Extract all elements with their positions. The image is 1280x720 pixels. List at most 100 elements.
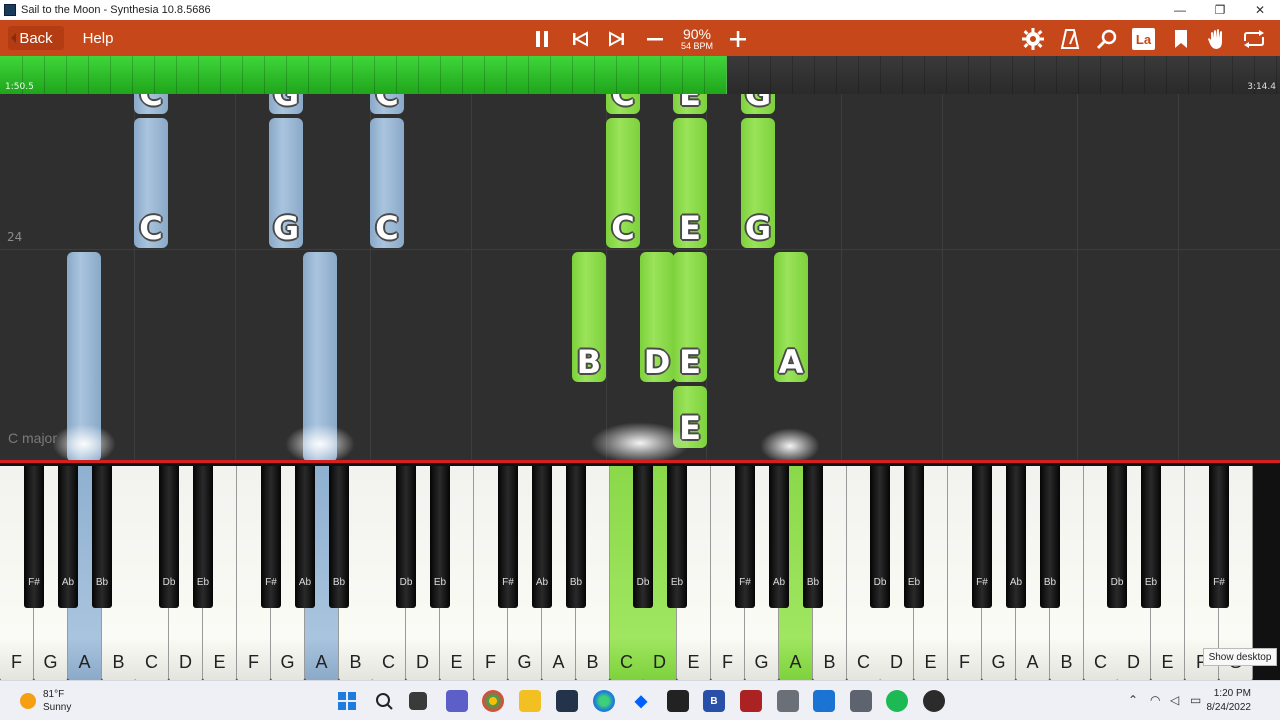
- progress-tick: [44, 56, 45, 94]
- white-key-label: A: [552, 652, 565, 672]
- progress-tick: [1078, 56, 1079, 94]
- progress-tick: [1232, 56, 1233, 94]
- black-key[interactable]: Ab: [769, 466, 789, 608]
- black-key[interactable]: Db: [633, 466, 653, 608]
- calculator-icon[interactable]: [777, 690, 799, 712]
- white-key-label: B: [349, 652, 362, 672]
- black-key[interactable]: Db: [159, 466, 179, 608]
- pause-icon[interactable]: [531, 28, 553, 50]
- file-explorer-icon[interactable]: [519, 690, 541, 712]
- black-key[interactable]: F#: [24, 466, 44, 608]
- black-key[interactable]: F#: [972, 466, 992, 608]
- black-key[interactable]: F#: [498, 466, 518, 608]
- black-key[interactable]: F#: [261, 466, 281, 608]
- white-key-label: A: [789, 652, 802, 672]
- minus-icon[interactable]: [644, 28, 666, 50]
- black-key[interactable]: Db: [396, 466, 416, 608]
- help-button[interactable]: Help: [78, 26, 118, 50]
- plus-icon[interactable]: [727, 28, 749, 50]
- black-key-label: Db: [399, 577, 413, 588]
- mail-icon[interactable]: [813, 690, 835, 712]
- black-key-label: Bb: [1043, 577, 1057, 588]
- black-key[interactable]: Ab: [58, 466, 78, 608]
- close-button[interactable]: ✕: [1240, 0, 1280, 20]
- progress-tick: [858, 56, 859, 94]
- black-key[interactable]: F#: [735, 466, 755, 608]
- black-key[interactable]: Eb: [193, 466, 213, 608]
- label-icon[interactable]: La: [1132, 28, 1155, 50]
- falling-note: G: [269, 118, 303, 248]
- black-key[interactable]: Bb: [1040, 466, 1060, 608]
- clock-time[interactable]: 1:20 PM: [1214, 688, 1251, 699]
- black-key[interactable]: Bb: [803, 466, 823, 608]
- chrome-icon[interactable]: [482, 690, 504, 712]
- next-icon[interactable]: [606, 28, 628, 50]
- piano-keyboard[interactable]: FGABCDEFGABCDEFGABCDEFGABCDEFGABCDEFGF#A…: [0, 460, 1280, 681]
- progress-tick: [1144, 56, 1145, 94]
- tempo-bpm: 54 BPM: [680, 41, 713, 51]
- previous-icon[interactable]: [569, 28, 591, 50]
- black-key[interactable]: Eb: [1141, 466, 1161, 608]
- metronome-icon[interactable]: [1059, 28, 1081, 50]
- dropbox-icon[interactable]: ◆: [630, 690, 652, 712]
- b-app-icon[interactable]: B: [703, 690, 725, 712]
- white-key-label: A: [315, 652, 328, 672]
- falling-note: C: [370, 94, 404, 114]
- black-key[interactable]: F#: [1209, 466, 1229, 608]
- black-key[interactable]: Bb: [329, 466, 349, 608]
- white-key-label: D: [890, 652, 903, 672]
- gear-icon[interactable]: [1022, 28, 1044, 50]
- progress-tick: [704, 56, 705, 94]
- black-key[interactable]: Bb: [92, 466, 112, 608]
- white-key-label: E: [924, 652, 937, 672]
- battery-icon[interactable]: ▭: [1190, 693, 1201, 707]
- black-key-label: Eb: [196, 577, 210, 588]
- falling-notes-area: 24 C major C G C C E G C G C C E G B D E…: [0, 94, 1280, 460]
- black-key[interactable]: Eb: [430, 466, 450, 608]
- black-key[interactable]: Db: [870, 466, 890, 608]
- back-button[interactable]: Back: [8, 26, 64, 50]
- white-key-label: B: [823, 652, 836, 672]
- falling-note: G: [741, 118, 775, 248]
- magnifier-icon[interactable]: [1096, 28, 1118, 50]
- hand-icon[interactable]: [1206, 28, 1228, 50]
- edge-icon[interactable]: [593, 690, 615, 712]
- clock-date[interactable]: 8/24/2022: [1207, 702, 1252, 713]
- minimize-button[interactable]: —: [1160, 0, 1200, 20]
- spotify-icon[interactable]: [886, 690, 908, 712]
- bookmark-icon[interactable]: [1170, 28, 1192, 50]
- progress-tick: [264, 56, 265, 94]
- obs-icon[interactable]: [923, 690, 945, 712]
- synthesia-icon[interactable]: [556, 690, 578, 712]
- restore-button[interactable]: ❐: [1200, 0, 1240, 20]
- black-key[interactable]: Eb: [667, 466, 687, 608]
- song-progress-bar[interactable]: 1:50.5 3:14.4: [0, 56, 1280, 94]
- black-key[interactable]: Ab: [1006, 466, 1026, 608]
- sun-icon[interactable]: [20, 693, 36, 709]
- flexi-icon[interactable]: [740, 690, 762, 712]
- black-key[interactable]: Bb: [566, 466, 586, 608]
- black-key[interactable]: Eb: [904, 466, 924, 608]
- progress-tick: [968, 56, 969, 94]
- weather-condition[interactable]: Sunny: [43, 702, 71, 713]
- white-key-label: D: [416, 652, 429, 672]
- camera-icon[interactable]: [850, 690, 872, 712]
- black-key-label: Ab: [1009, 577, 1023, 588]
- windows-start-icon[interactable]: [336, 690, 358, 712]
- progress-tick: [132, 56, 133, 94]
- black-key[interactable]: Ab: [295, 466, 315, 608]
- volume-icon[interactable]: ◁: [1170, 693, 1179, 707]
- loop-icon[interactable]: [1242, 28, 1264, 50]
- teams-icon[interactable]: [446, 690, 468, 712]
- white-key-label: C: [857, 652, 870, 672]
- search-icon[interactable]: [373, 690, 395, 712]
- black-key[interactable]: Db: [1107, 466, 1127, 608]
- weather-temperature[interactable]: 81°F: [43, 689, 64, 700]
- black-key[interactable]: Ab: [532, 466, 552, 608]
- progress-tick: [594, 56, 595, 94]
- amazon-icon[interactable]: [667, 690, 689, 712]
- white-key-label: C: [382, 652, 395, 672]
- chevron-up-icon[interactable]: ⌃: [1128, 693, 1138, 707]
- file-icon[interactable]: [409, 692, 427, 710]
- wifi-icon[interactable]: ◠: [1150, 693, 1160, 707]
